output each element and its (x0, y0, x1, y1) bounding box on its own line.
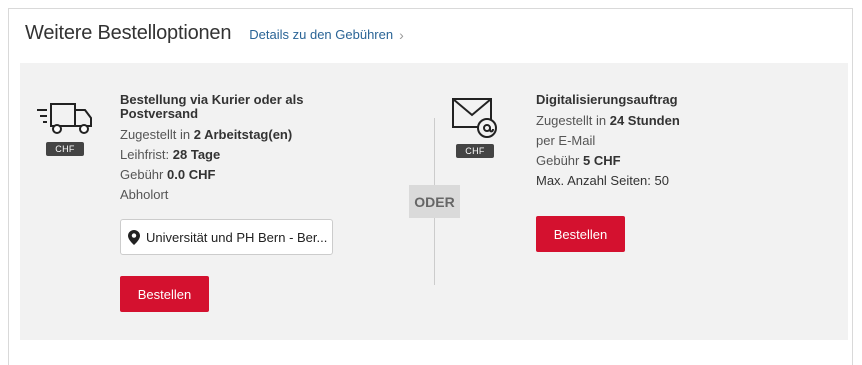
fee-currency: CHF (188, 167, 216, 182)
digitization-delivery-time: Zugestellt in 24 Stunden (536, 111, 836, 131)
digitization-icon-group: CHF (450, 96, 500, 158)
delivery-value: 2 Arbeitstag(en) (193, 127, 293, 142)
digitization-heading: Digitalisierungsauftrag (536, 92, 678, 107)
pickup-location-value[interactable]: Universität und PH Bern - Ber... (146, 230, 327, 245)
fee-currency: CHF (593, 153, 621, 168)
delivery-prefix: Zugestellt in (536, 113, 607, 128)
digitization-details: Digitalisierungsauftrag Zugestellt in 24… (536, 93, 836, 191)
courier-fee: Gebühr 0.0 CHF (120, 165, 350, 185)
map-pin-icon (128, 229, 140, 245)
fee-prefix: Gebühr (536, 153, 580, 168)
mail-at-icon (452, 98, 497, 138)
delivery-channel: per E-Mail (536, 133, 596, 148)
courier-loan-period: Leihfrist: 28 Tage (120, 145, 350, 165)
fee-prefix: Gebühr (120, 167, 164, 182)
courier-order-button[interactable]: Bestellen (120, 276, 209, 312)
currency-badge: CHF (46, 142, 84, 156)
digitization-fee: Gebühr 5 CHF (536, 151, 836, 171)
section-title: Weitere Bestelloptionen (25, 22, 232, 44)
delivery-prefix: Zugestellt in (120, 127, 191, 142)
loan-value: 28 Tage (172, 147, 221, 162)
fee-value: 5 (583, 153, 591, 168)
courier-icon-group: CHF (33, 98, 97, 156)
truck-icon (37, 103, 92, 134)
loan-prefix: Leihfrist: (120, 147, 170, 162)
or-separator: ODER (409, 185, 460, 218)
courier-delivery-time: Zugestellt in 2 Arbeitstag(en) (120, 125, 350, 145)
courier-details: Bestellung via Kurier oder als Postversa… (120, 93, 350, 205)
digitization-order-button[interactable]: Bestellen (536, 216, 625, 252)
fee-value: 0.0 (167, 167, 186, 182)
fee-details-label[interactable]: Details zu den Gebühren (249, 27, 393, 42)
currency-badge: CHF (456, 144, 494, 158)
max-pages: Max. Anzahl Seiten: 50 (536, 173, 669, 188)
courier-heading: Bestellung via Kurier oder als Postversa… (120, 92, 304, 121)
chevron-right-icon: › (399, 26, 404, 43)
pickup-label: Abholort (120, 187, 169, 202)
order-options-panel: CHF Bestellung via Kurier oder als Postv… (20, 63, 848, 340)
delivery-value: 24 Stunden (609, 113, 680, 128)
fee-details-link[interactable]: Details zu den Gebühren › (249, 27, 403, 43)
section-header: Weitere Bestelloptionen Details zu den G… (25, 22, 404, 52)
pickup-location-select[interactable]: Universität und PH Bern - Ber... (120, 219, 333, 255)
